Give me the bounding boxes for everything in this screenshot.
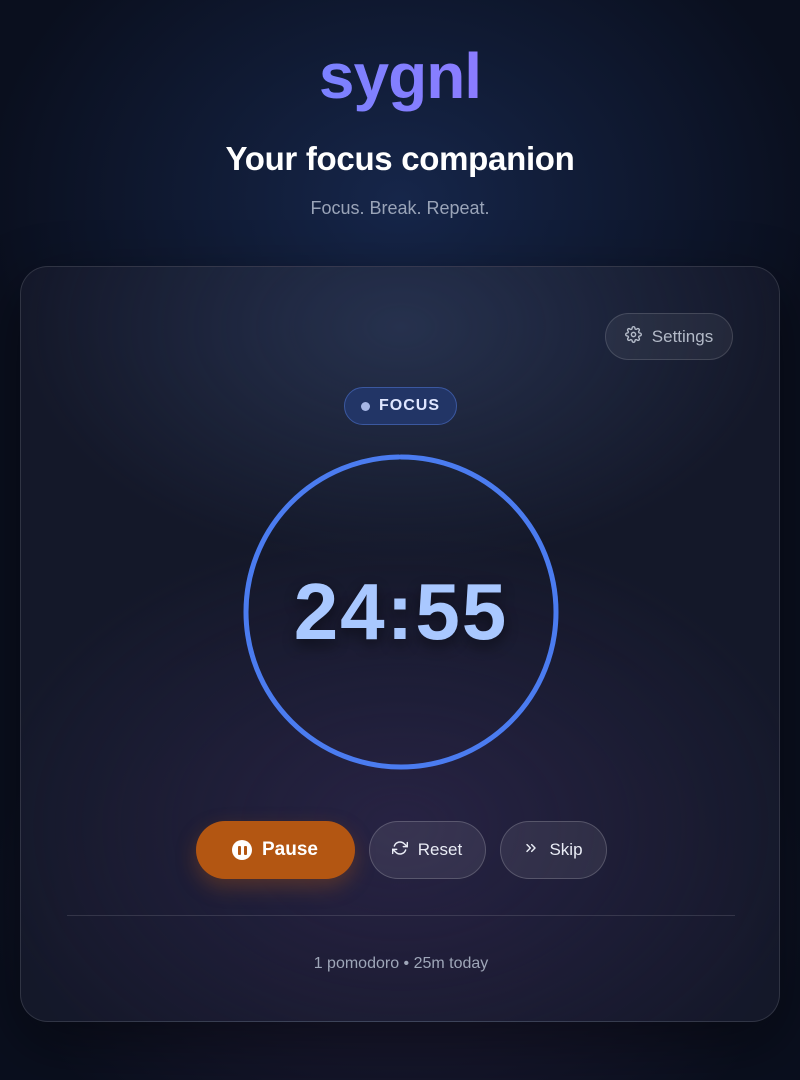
settings-button[interactable]: Settings: [605, 313, 733, 360]
page-tagline: Focus. Break. Repeat.: [310, 198, 490, 218]
timer-controls: Pause Reset Skip: [21, 821, 781, 879]
pause-button[interactable]: Pause: [195, 821, 355, 879]
status-dot-icon: [361, 401, 370, 411]
divider: [67, 915, 735, 916]
daily-stats: 1 pomodoro • 25m today: [313, 955, 489, 972]
settings-label: Settings: [651, 326, 714, 346]
skip-label: Skip: [549, 840, 583, 859]
reset-button[interactable]: Reset: [368, 821, 486, 879]
gear-icon: [624, 325, 642, 348]
refresh-icon: [391, 840, 408, 861]
mode-badge: FOCUS: [344, 387, 457, 425]
mode-label: FOCUS: [379, 397, 440, 414]
app-logo: sygnl: [0, 36, 800, 116]
page-headline: Your focus companion: [225, 140, 575, 177]
double-chevron-right-icon: [523, 840, 539, 861]
reset-label: Reset: [417, 840, 463, 859]
skip-button[interactable]: Skip: [499, 821, 607, 879]
pause-label: Pause: [262, 839, 318, 860]
timer-card: Settings FOCUS 24:55 Pause Reset Skip 1 …: [20, 266, 780, 1022]
timer-display: 24:55: [293, 567, 509, 656]
pause-icon: [232, 840, 252, 860]
